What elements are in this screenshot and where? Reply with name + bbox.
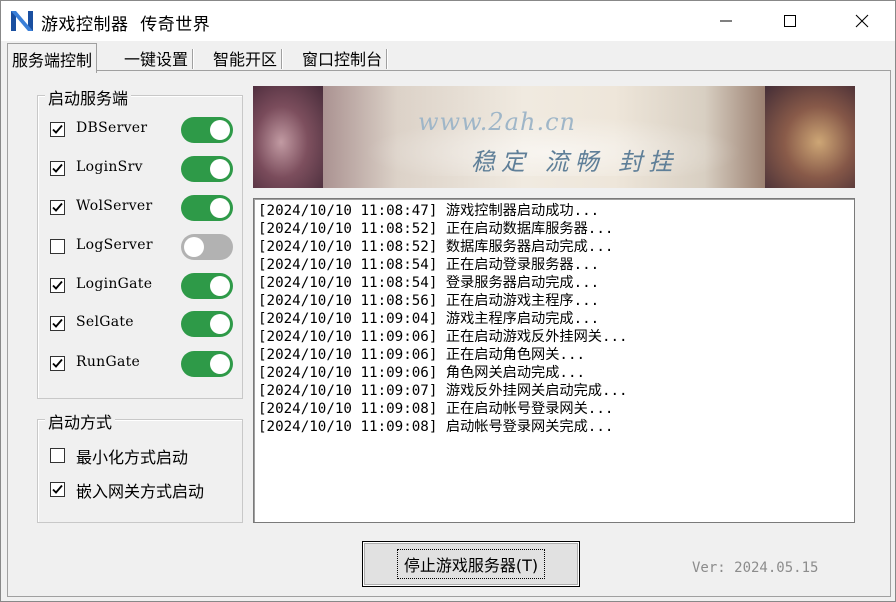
server-name: LoginGate	[76, 276, 153, 292]
tab-label: 窗口控制台	[302, 50, 383, 69]
server-control-panel: 启动服务端 DBServer LoginSrv WolServer LogSer…	[7, 70, 891, 597]
option-checkbox[interactable]	[50, 482, 65, 497]
toggle-knob	[184, 237, 204, 257]
app-logo-icon	[11, 11, 33, 31]
toggle-knob	[210, 314, 230, 334]
server-toggle[interactable]	[181, 195, 233, 221]
log-line: [2024/10/10 11:08:52] 正在启动数据库服务器...	[258, 221, 614, 237]
tab-window-console[interactable]: 窗口控制台	[298, 45, 389, 71]
server-name: SelGate	[76, 314, 134, 330]
banner-character-left	[253, 86, 323, 188]
toggle-knob	[210, 354, 230, 374]
server-checkbox[interactable]	[50, 356, 65, 371]
checkmark-icon	[52, 202, 63, 212]
tab-smart-open[interactable]: 智能开区	[209, 45, 284, 71]
banner-slogan: 稳定 流畅 封挂	[471, 148, 679, 176]
server-checkbox[interactable]	[50, 239, 65, 254]
tab-label: 一键设置	[124, 50, 189, 69]
checkmark-icon	[52, 318, 63, 328]
server-toggle[interactable]	[181, 117, 233, 143]
tab-label: 服务端控制	[12, 50, 93, 70]
tab-separator	[386, 49, 389, 69]
tab-separator	[192, 49, 195, 69]
checkmark-icon	[52, 280, 63, 290]
option-label: 最小化方式启动	[76, 448, 189, 467]
log-line: [2024/10/10 11:09:08] 正在启动帐号登录网关...	[258, 401, 614, 417]
tab-one-click-setup[interactable]: 一键设置	[120, 45, 195, 71]
server-checkbox[interactable]	[50, 122, 65, 137]
log-line: [2024/10/10 11:08:56] 正在启动游戏主程序...	[258, 293, 600, 309]
server-name: LoginSrv	[76, 159, 143, 175]
server-name: LogServer	[76, 237, 153, 253]
checkmark-icon	[52, 484, 63, 494]
window-title: 游戏控制器 传奇世界	[41, 15, 211, 35]
server-toggle[interactable]	[181, 311, 233, 337]
title-bar: 游戏控制器 传奇世界	[1, 1, 895, 41]
server-toggle[interactable]	[181, 351, 233, 377]
server-name: WolServer	[76, 198, 153, 214]
server-row-dbserver: DBServer	[50, 117, 235, 143]
server-checkbox[interactable]	[50, 200, 65, 215]
checkmark-icon	[52, 163, 63, 173]
toggle-knob	[210, 120, 230, 140]
log-line: [2024/10/10 11:08:54] 登录服务器启动完成...	[258, 275, 600, 291]
server-checkbox[interactable]	[50, 316, 65, 331]
banner-character-right	[765, 86, 855, 188]
log-line: [2024/10/10 11:09:07] 游戏反外挂网关启动完成...	[258, 383, 628, 399]
tab-bar: 服务端控制 一键设置 智能开区 窗口控制台	[7, 43, 891, 73]
log-line: [2024/10/10 11:08:54] 正在启动登录服务器...	[258, 257, 600, 273]
server-toggle[interactable]	[181, 156, 233, 182]
server-row-loginsrv: LoginSrv	[50, 156, 235, 182]
log-line: [2024/10/10 11:09:06] 角色网关启动完成...	[258, 365, 586, 381]
server-checkbox[interactable]	[50, 161, 65, 176]
option-label: 嵌入网关方式启动	[76, 482, 205, 501]
toggle-knob	[210, 159, 230, 179]
tab-label: 智能开区	[213, 50, 278, 69]
stop-server-label: 停止游戏服务器(T)	[396, 549, 546, 579]
tab-server-control[interactable]: 服务端控制	[7, 43, 98, 73]
toggle-knob	[210, 276, 230, 296]
start-servers-group: 启动服务端 DBServer LoginSrv WolServer LogSer…	[37, 85, 243, 399]
log-line: [2024/10/10 11:08:47] 游戏控制器启动成功...	[258, 203, 600, 219]
checkmark-icon	[52, 124, 63, 134]
server-checkbox[interactable]	[50, 278, 65, 293]
server-row-rungate: RunGate	[50, 351, 235, 377]
server-row-wolserver: WolServer	[50, 195, 235, 221]
server-name: DBServer	[76, 120, 148, 136]
banner-url: www.2ah.cn	[418, 108, 576, 136]
checkmark-icon	[52, 358, 63, 368]
server-toggle[interactable]	[181, 273, 233, 299]
maximize-icon	[784, 15, 796, 27]
server-toggle[interactable]	[181, 234, 233, 260]
group-title: 启动方式	[45, 409, 116, 433]
server-row-logserver: LogServer	[50, 234, 235, 260]
group-title: 启动服务端	[45, 85, 132, 109]
maximize-button[interactable]	[759, 1, 821, 41]
server-row-logingate: LoginGate	[50, 273, 235, 299]
toggle-knob	[210, 198, 230, 218]
option-minimized-start[interactable]: 最小化方式启动	[50, 443, 235, 467]
log-line: [2024/10/10 11:09:06] 正在启动角色网关...	[258, 347, 586, 363]
option-checkbox[interactable]	[50, 448, 65, 463]
tab-separator	[281, 49, 284, 69]
option-embedded-gateway-start[interactable]: 嵌入网关方式启动	[50, 477, 235, 501]
log-output[interactable]: [2024/10/10 11:08:47] 游戏控制器启动成功... [2024…	[253, 198, 855, 523]
main-window: 游戏控制器 传奇世界 服务端控制 一键设置 智能开区 窗口控制台 启动服务端 D…	[0, 0, 896, 602]
log-line: [2024/10/10 11:09:04] 游戏主程序启动完成...	[258, 311, 600, 327]
log-line: [2024/10/10 11:08:52] 数据库服务器启动完成...	[258, 239, 614, 255]
stop-server-button[interactable]: 停止游戏服务器(T)	[362, 541, 580, 587]
server-row-selgate: SelGate	[50, 311, 235, 337]
promo-banner: www.2ah.cn 稳定 流畅 封挂	[253, 86, 855, 188]
log-line: [2024/10/10 11:09:06] 正在启动游戏反外挂网关...	[258, 329, 628, 345]
close-button[interactable]	[831, 1, 893, 41]
close-icon	[855, 14, 869, 28]
log-line: [2024/10/10 11:09:08] 启动帐号登录网关完成...	[258, 419, 614, 435]
start-mode-group: 启动方式 最小化方式启动 嵌入网关方式启动	[37, 409, 243, 523]
minimize-icon	[720, 20, 732, 22]
server-name: RunGate	[76, 354, 141, 370]
version-label: Ver: 2024.05.15	[692, 560, 819, 576]
minimize-button[interactable]	[695, 1, 757, 41]
